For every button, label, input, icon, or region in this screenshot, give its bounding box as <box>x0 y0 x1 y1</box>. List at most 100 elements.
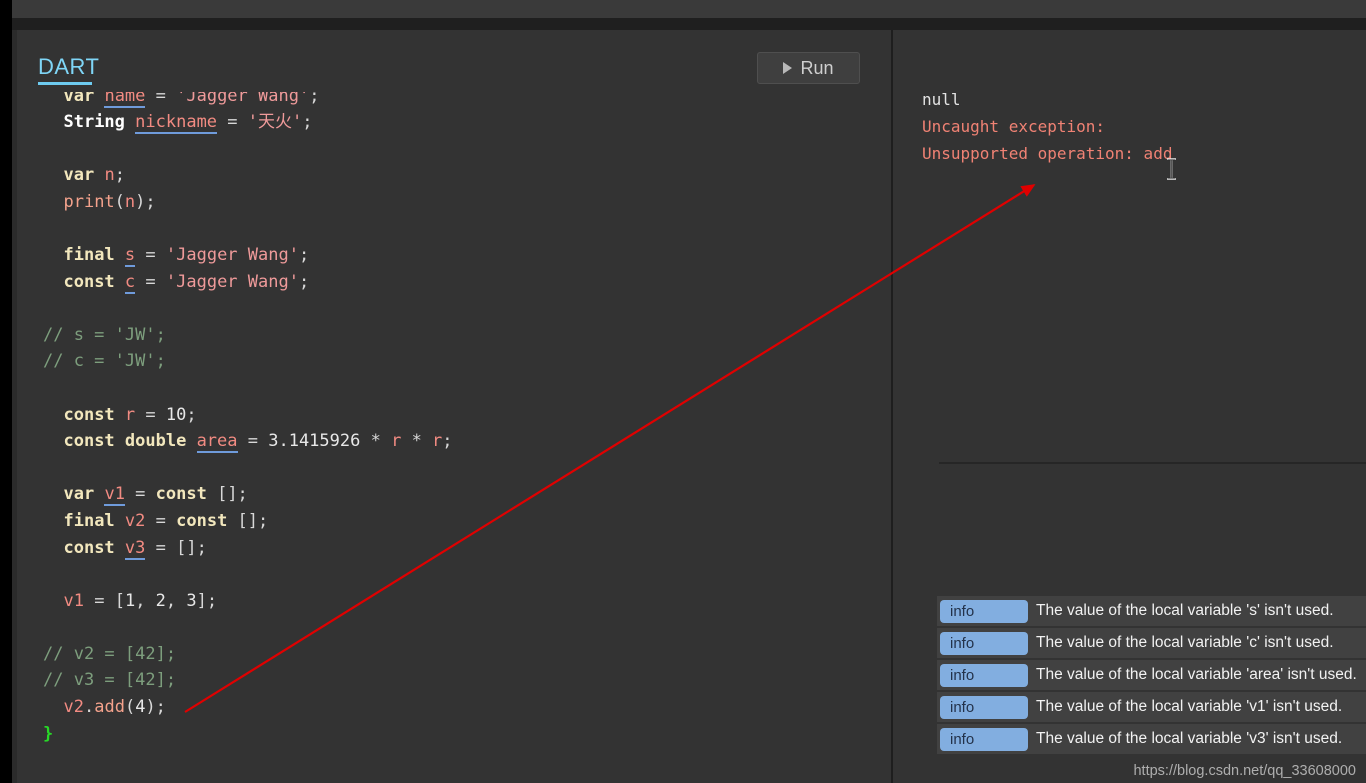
problem-row[interactable]: info The value of the local variable 'v1'… <box>937 692 1366 724</box>
code-token: nickname <box>135 112 218 134</box>
code-token: v2 <box>124 510 146 531</box>
code-token: * <box>360 431 392 452</box>
code-token: 'Jagger Wang' <box>165 244 299 265</box>
code-line[interactable] <box>17 295 891 322</box>
code-line[interactable] <box>17 136 891 163</box>
code-token: = <box>217 112 248 132</box>
code-line[interactable]: v2.add(4); <box>17 694 891 721</box>
console-output: null Uncaught exception: Unsupported opera… <box>922 86 1172 167</box>
window-frame-top <box>0 0 1366 18</box>
code-token: const <box>63 537 115 558</box>
code-token: . <box>83 697 95 718</box>
output-pane: null Uncaught exception: Unsupported opera… <box>893 30 1366 783</box>
code-token: const <box>176 510 228 531</box>
code-token: 'Jagger Wang' <box>165 271 299 292</box>
code-token: v3 <box>124 537 146 560</box>
code-token: // s = 'JW'; <box>43 324 166 345</box>
code-token: 4 <box>135 697 146 718</box>
code-token: v1 <box>104 484 125 507</box>
console-line: Unsupported operation: add <box>922 144 1173 163</box>
code-token: * <box>401 431 433 452</box>
code-token: final <box>63 244 115 265</box>
code-token: ; <box>309 92 320 106</box>
run-button[interactable]: Run <box>757 52 860 84</box>
code-token: // v2 = [42]; <box>43 643 177 664</box>
code-token: var <box>63 165 95 186</box>
code-line[interactable] <box>17 614 891 641</box>
problem-row[interactable]: info The value of the local variable 's' … <box>937 596 1366 628</box>
code-line[interactable] <box>17 561 891 588</box>
problem-row[interactable]: info The value of the local variable 'v3'… <box>937 724 1366 756</box>
code-line[interactable]: var n; <box>17 162 891 189</box>
code-token: var <box>63 92 95 106</box>
code-token: String <box>63 112 125 132</box>
code-line[interactable]: const v3 = []; <box>17 535 891 562</box>
code-token: ; <box>298 271 310 292</box>
code-token: 1 <box>124 590 136 611</box>
code-line[interactable] <box>17 375 891 402</box>
editor-pane[interactable]: DART Run var name = 'Jagger Wang'; Strin… <box>17 30 891 783</box>
code-token: n <box>104 165 115 186</box>
code-line[interactable]: const r = 10; <box>17 402 891 429</box>
code-token: '天火' <box>247 112 303 132</box>
severity-badge: info <box>940 663 1028 687</box>
code-token: ; <box>442 431 453 452</box>
code-line[interactable]: v1 = [1, 2, 3]; <box>17 588 891 615</box>
problem-row[interactable]: info The value of the local variable 'c' … <box>937 628 1366 660</box>
code-line[interactable] <box>17 455 891 482</box>
problem-message: The value of the local variable 'c' isn'… <box>1036 634 1334 651</box>
code-token: []; <box>206 484 248 505</box>
code-token: ); <box>145 697 166 718</box>
code-token: ; <box>114 165 125 186</box>
language-tab-underline <box>38 82 92 85</box>
code-line[interactable]: // v2 = [42]; <box>17 641 891 668</box>
code-token: name <box>104 92 146 108</box>
language-tab-dart[interactable]: DART <box>38 54 100 80</box>
code-line[interactable]: const c = 'Jagger Wang'; <box>17 269 891 296</box>
severity-badge: info <box>940 727 1028 751</box>
play-icon <box>783 62 793 74</box>
severity-badge: info <box>940 695 1028 719</box>
code-token: = <box>145 510 177 531</box>
code-token: [ <box>114 590 125 611</box>
code-token: r <box>391 431 402 452</box>
problem-row[interactable]: info The value of the local variable 'are… <box>937 660 1366 692</box>
code-token: final <box>63 510 115 531</box>
code-token: 2 <box>155 590 166 611</box>
code-line[interactable]: var name = 'Jagger Wang'; <box>17 92 891 109</box>
code-token: // c = 'JW'; <box>43 351 166 372</box>
code-token: r <box>124 404 136 425</box>
console-line: null <box>922 90 961 109</box>
code-token: } <box>43 723 54 744</box>
code-line[interactable]: const double area = 3.1415926 * r * r; <box>17 428 891 455</box>
code-token: ); <box>135 191 156 212</box>
severity-badge: info <box>940 599 1028 623</box>
code-token: add <box>94 697 125 718</box>
code-line[interactable]: final v2 = const []; <box>17 508 891 535</box>
code-line[interactable] <box>17 215 891 242</box>
code-line[interactable]: // v3 = [42]; <box>17 667 891 694</box>
code-line[interactable]: // s = 'JW'; <box>17 322 891 349</box>
code-line[interactable]: // c = 'JW'; <box>17 348 891 375</box>
code-editor[interactable]: var name = 'Jagger Wang'; String nicknam… <box>17 92 891 783</box>
code-line[interactable]: var v1 = const []; <box>17 481 891 508</box>
code-line[interactable]: final s = 'Jagger Wang'; <box>17 242 891 269</box>
code-token: // v3 = [42]; <box>43 670 177 691</box>
window-frame-left <box>0 0 12 783</box>
problem-message: The value of the local variable 'area' i… <box>1036 666 1357 683</box>
code-line[interactable]: print(n); <box>17 189 891 216</box>
code-token: const <box>63 404 115 425</box>
screen: DART Run var name = 'Jagger Wang'; Strin… <box>0 0 1366 783</box>
code-token: s <box>124 244 136 267</box>
window-frame-top-dark <box>0 18 1366 30</box>
code-token: = <box>135 271 166 292</box>
code-line[interactable]: String nickname = '天火'; <box>17 109 891 136</box>
code-token: c <box>124 271 136 294</box>
code-line[interactable]: } <box>17 721 891 748</box>
code-token: = <box>145 537 177 558</box>
